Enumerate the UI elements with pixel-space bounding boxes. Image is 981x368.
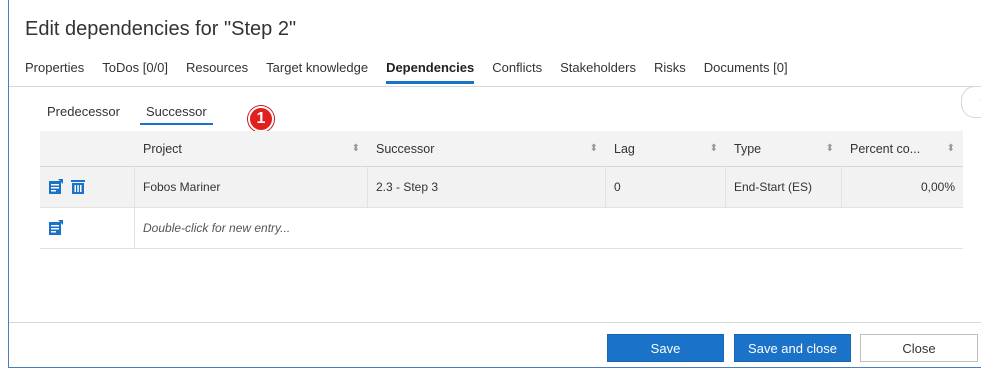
footer-divider	[9, 322, 981, 323]
tab-bar: Properties ToDos [0/0] Resources Target …	[25, 60, 806, 84]
tab-dependencies[interactable]: Dependencies	[386, 60, 475, 84]
subtab-bar: Predecessor Successor	[47, 104, 233, 125]
successor-grid: Project ⬍ Successor ⬍ Lag ⬍ Type ⬍ Perce…	[40, 131, 963, 249]
sort-icon[interactable]: ⬍	[352, 143, 360, 154]
header-percent-label: Percent co...	[850, 141, 921, 156]
tab-todos[interactable]: ToDos [0/0]	[102, 60, 168, 84]
tab-target-knowledge[interactable]: Target knowledge	[266, 60, 368, 84]
header-actions	[40, 131, 135, 166]
save-and-close-button[interactable]: Save and close	[734, 334, 851, 362]
header-lag-label: Lag	[614, 141, 635, 156]
header-lag[interactable]: Lag ⬍	[606, 131, 726, 166]
help-button[interactable]: ?	[961, 86, 981, 118]
cell-project[interactable]: Fobos Mariner	[135, 167, 368, 207]
cell-successor[interactable]: 2.3 - Step 3	[368, 167, 606, 207]
tab-resources[interactable]: Resources	[186, 60, 248, 84]
sort-icon[interactable]: ⬍	[947, 143, 955, 154]
edit-icon[interactable]	[48, 179, 64, 195]
row-actions	[40, 208, 135, 248]
tab-divider	[9, 86, 981, 87]
new-entry-row[interactable]: Double-click for new entry...	[40, 208, 963, 249]
header-type[interactable]: Type ⬍	[726, 131, 842, 166]
sort-icon[interactable]: ⬍	[590, 143, 598, 154]
cell-type[interactable]: End-Start (ES)	[726, 167, 842, 207]
new-entry-placeholder[interactable]: Double-click for new entry...	[135, 208, 963, 248]
tab-stakeholders[interactable]: Stakeholders	[560, 60, 636, 84]
save-button[interactable]: Save	[607, 334, 724, 362]
header-project-label: Project	[143, 141, 182, 156]
header-percent[interactable]: Percent co... ⬍	[842, 131, 963, 166]
header-type-label: Type	[734, 141, 762, 156]
header-successor-label: Successor	[376, 141, 435, 156]
tab-properties[interactable]: Properties	[25, 60, 84, 84]
tab-conflicts[interactable]: Conflicts	[492, 60, 542, 84]
close-button[interactable]: Close	[860, 334, 978, 362]
sort-icon[interactable]: ⬍	[826, 143, 834, 154]
dialog-title: Edit dependencies for "Step 2"	[25, 18, 297, 40]
sort-icon[interactable]: ⬍	[710, 143, 718, 154]
tab-risks[interactable]: Risks	[654, 60, 686, 84]
header-project[interactable]: Project ⬍	[135, 131, 368, 166]
callout-badge: 1	[248, 106, 274, 132]
cell-lag[interactable]: 0	[606, 167, 726, 207]
tab-documents[interactable]: Documents [0]	[704, 60, 788, 84]
header-successor[interactable]: Successor ⬍	[368, 131, 606, 166]
table-row[interactable]: Fobos Mariner 2.3 - Step 3 0 End-Start (…	[40, 167, 963, 208]
edit-icon[interactable]	[48, 220, 64, 236]
subtab-successor[interactable]: Successor	[139, 104, 213, 125]
trash-icon[interactable]	[70, 179, 86, 195]
subtab-predecessor[interactable]: Predecessor	[47, 104, 120, 125]
cell-percent[interactable]: 0,00%	[842, 167, 963, 207]
row-actions	[40, 167, 135, 207]
edit-dependencies-dialog: Edit dependencies for "Step 2" Propertie…	[8, 0, 981, 368]
grid-header: Project ⬍ Successor ⬍ Lag ⬍ Type ⬍ Perce…	[40, 131, 963, 167]
